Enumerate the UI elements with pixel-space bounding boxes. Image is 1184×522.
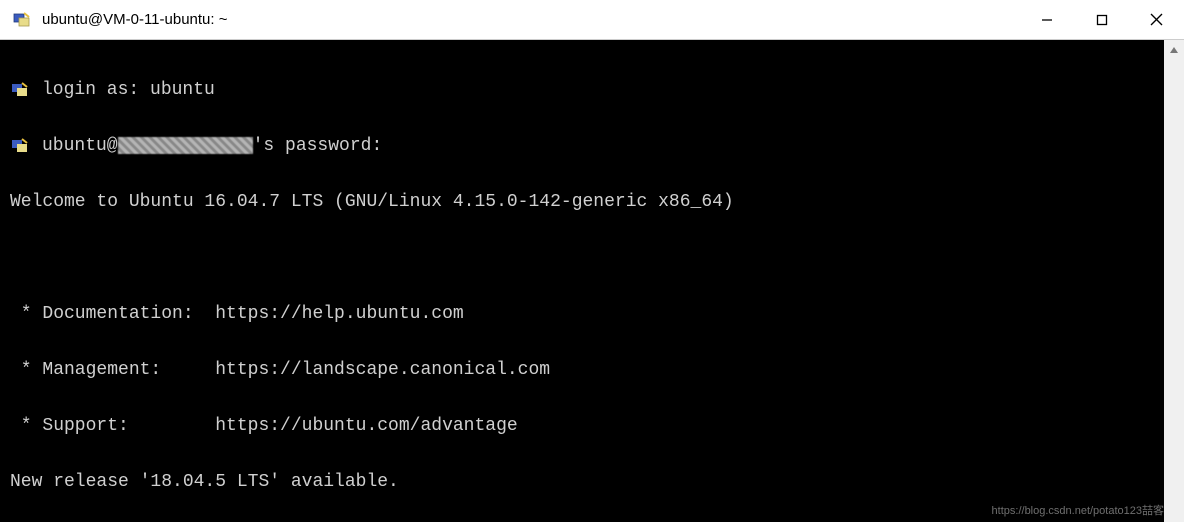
putty-icon	[10, 136, 30, 156]
putty-icon	[12, 10, 32, 30]
management-line: * Management: https://landscape.canonica…	[10, 356, 1164, 384]
blank-line	[10, 244, 1164, 272]
putty-icon	[10, 80, 30, 100]
window-title: ubuntu@VM-0-11-ubuntu: ~	[42, 11, 227, 28]
redacted-ip	[118, 137, 253, 154]
minimize-button[interactable]	[1019, 0, 1074, 40]
maximize-button[interactable]	[1074, 0, 1129, 40]
close-button[interactable]	[1129, 0, 1184, 40]
login-prompt: login as: ubuntu	[42, 76, 215, 104]
terminal-content: login as: ubuntu ubuntu@'s password: Wel…	[0, 40, 1164, 522]
watermark-text: https://blog.csdn.net/potato123喆客	[992, 502, 1164, 518]
support-line: * Support: https://ubuntu.com/advantage	[10, 412, 1164, 440]
release-available-line: New release '18.04.5 LTS' available.	[10, 468, 1164, 496]
scrollbar-up-arrow-icon[interactable]	[1164, 40, 1184, 60]
terminal-area[interactable]: login as: ubuntu ubuntu@'s password: Wel…	[0, 40, 1184, 522]
password-prompt: ubuntu@'s password:	[42, 132, 382, 160]
titlebar: ubuntu@VM-0-11-ubuntu: ~	[0, 0, 1184, 40]
scrollbar-track[interactable]	[1164, 60, 1184, 522]
vertical-scrollbar[interactable]	[1164, 40, 1184, 522]
welcome-line: Welcome to Ubuntu 16.04.7 LTS (GNU/Linux…	[10, 188, 1164, 216]
documentation-line: * Documentation: https://help.ubuntu.com	[10, 300, 1164, 328]
